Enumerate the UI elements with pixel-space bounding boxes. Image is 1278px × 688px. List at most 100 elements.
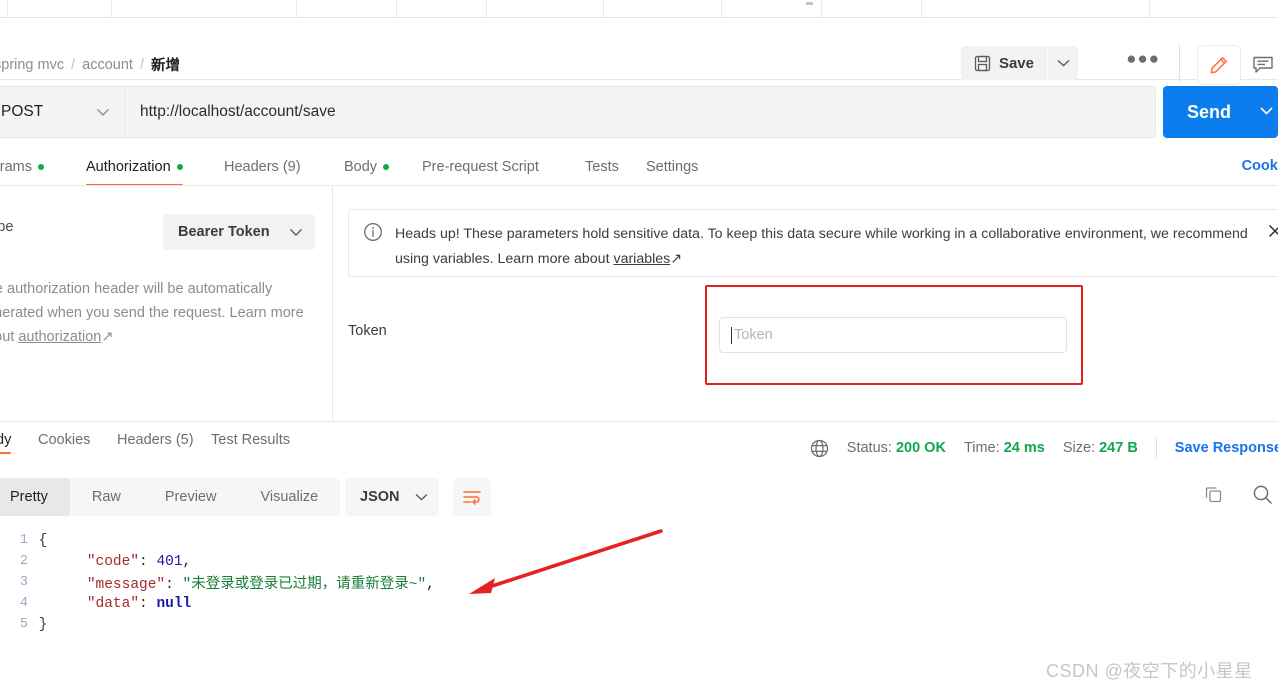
response-tab-headers-label: Headers (5) (117, 432, 194, 448)
save-button[interactable]: Save (960, 46, 1047, 80)
status-value: 200 OK (895, 440, 946, 456)
code-fold-toggle[interactable]: } (34, 617, 52, 633)
tab-headers-label: Headers (9) (224, 159, 301, 175)
workspace-tab[interactable] (604, 0, 722, 18)
postman-window: spring mvc / account / 新增 Save ●●● POST … (0, 0, 1278, 688)
response-time: Time: 24 ms (964, 440, 1045, 456)
request-tab-strip (0, 0, 1278, 18)
code-content: "code": 401, (86, 553, 192, 570)
save-options-caret[interactable] (1048, 46, 1078, 80)
http-method-value: POST (1, 103, 44, 120)
tab-modified-dot (383, 164, 390, 170)
request-tabs: Params Authorization Headers (9) Body Pr… (0, 150, 1278, 186)
breadcrumb-separator: / (71, 56, 76, 73)
comments-button[interactable] (1242, 46, 1278, 84)
line-number: 1 (19, 533, 28, 548)
status-divider (1155, 438, 1157, 458)
authorization-docs-link[interactable]: authorization (18, 329, 101, 345)
active-tab-underline (0, 452, 12, 454)
auth-type-label: Type (0, 219, 14, 235)
floppy-icon (974, 55, 991, 72)
breadcrumb-root[interactable]: spring mvc (0, 57, 64, 73)
tab-params[interactable]: Params (0, 150, 44, 184)
tab-pre-request-script[interactable]: Pre-request Script (422, 150, 539, 184)
send-button-label: Send (1187, 101, 1232, 122)
copy-response-button[interactable] (1204, 485, 1223, 504)
response-tab-headers[interactable]: Headers (5) (117, 432, 194, 448)
code-content: "message": "未登录或登录已过期，请重新登录~", (86, 577, 435, 593)
view-tab-preview[interactable]: Preview (143, 478, 239, 516)
view-tab-visualize[interactable]: Visualize (238, 478, 340, 516)
external-link-arrow-icon: ↗ (670, 251, 683, 267)
tab-settings[interactable]: Settings (646, 150, 698, 184)
response-tab-body[interactable]: dy (0, 432, 12, 454)
tab-settings-label: Settings (646, 159, 699, 175)
cookies-link[interactable]: Cookies (1242, 158, 1278, 174)
info-icon (363, 222, 383, 264)
size-value: 247 B (1099, 440, 1138, 456)
workspace-tab[interactable] (1000, 0, 1150, 18)
response-section-divider (0, 421, 1278, 422)
workspace-tab[interactable] (207, 0, 297, 18)
json-value: "未登录或登录已过期，请重新登录~" (182, 577, 427, 593)
more-actions-button[interactable]: ●●● (1126, 50, 1160, 67)
tab-tests[interactable]: Tests (585, 150, 619, 184)
save-button-label: Save (998, 54, 1034, 72)
workspace-tab[interactable] (822, 0, 922, 18)
view-tab-raw[interactable]: Raw (70, 478, 143, 516)
workspace-tab[interactable] (25, 0, 112, 18)
workspace-tab[interactable] (397, 0, 487, 18)
send-button[interactable]: Send (1163, 86, 1278, 138)
chevron-down-icon (415, 493, 428, 501)
request-header-bar: spring mvc / account / 新增 Save ●●● (0, 18, 1278, 84)
time-label: Time: (963, 440, 1000, 456)
workspace-tab[interactable] (0, 0, 8, 18)
line-number: 3 (19, 575, 28, 590)
tab-authorization[interactable]: Authorization (86, 150, 183, 186)
view-tab-pretty-label: Pretty (10, 489, 48, 505)
breadcrumb-folder[interactable]: account (82, 57, 133, 73)
breadcrumb: spring mvc / account / 新增 (0, 54, 180, 75)
tab-modified-dot (176, 164, 183, 170)
code-fold-toggle[interactable]: { (34, 533, 52, 549)
url-input[interactable]: http://localhost/account/save (124, 86, 1156, 138)
save-response-button[interactable]: Save Response (1175, 440, 1278, 456)
tab-headers[interactable]: Headers (9) (224, 150, 301, 184)
json-key: "data" (86, 595, 140, 612)
code-content: "data": null (86, 595, 192, 612)
search-response-button[interactable] (1252, 484, 1273, 505)
response-tab-test-results[interactable]: Test Results (211, 432, 290, 448)
tab-pre-request-script-label: Pre-request Script (422, 159, 539, 175)
wrap-lines-button[interactable] (453, 478, 491, 516)
edit-mode-button[interactable] (1198, 46, 1240, 84)
watermark: CSDN @夜空下的小星星 (1046, 661, 1253, 681)
view-tab-pretty[interactable]: Pretty (0, 478, 70, 516)
banner-close-button[interactable] (1266, 222, 1278, 240)
response-format-value: JSON (360, 489, 400, 505)
pencil-icon (1210, 57, 1227, 74)
token-input[interactable]: Token (719, 317, 1067, 353)
code-line: 5 } (0, 614, 1278, 635)
breadcrumb-current: 新增 (150, 58, 180, 74)
chevron-down-icon (1057, 59, 1069, 67)
response-format-select[interactable]: JSON (345, 478, 439, 516)
text-cursor (731, 326, 732, 344)
variables-docs-link[interactable]: variables (613, 251, 670, 267)
workspace-tab[interactable] (487, 0, 604, 18)
copy-icon (1205, 487, 1222, 503)
tab-body[interactable]: Body (344, 150, 390, 184)
workspace-tab[interactable] (297, 0, 397, 18)
send-options-caret[interactable] (1259, 106, 1274, 116)
json-key: "message" (86, 577, 166, 593)
chevron-down-icon (1260, 107, 1273, 115)
response-tab-cookies[interactable]: Cookies (38, 432, 90, 448)
tab-params-label: Params (0, 159, 32, 175)
status-label: Status: (846, 440, 892, 456)
globe-icon (810, 439, 829, 458)
wrap-lines-icon (463, 491, 481, 505)
auth-type-select[interactable]: Bearer Token (163, 214, 315, 250)
line-number: 2 (19, 554, 28, 569)
breadcrumb-separator: / (139, 56, 144, 73)
http-method-select[interactable]: POST (0, 86, 124, 138)
red-arrow-annotation (469, 529, 663, 594)
